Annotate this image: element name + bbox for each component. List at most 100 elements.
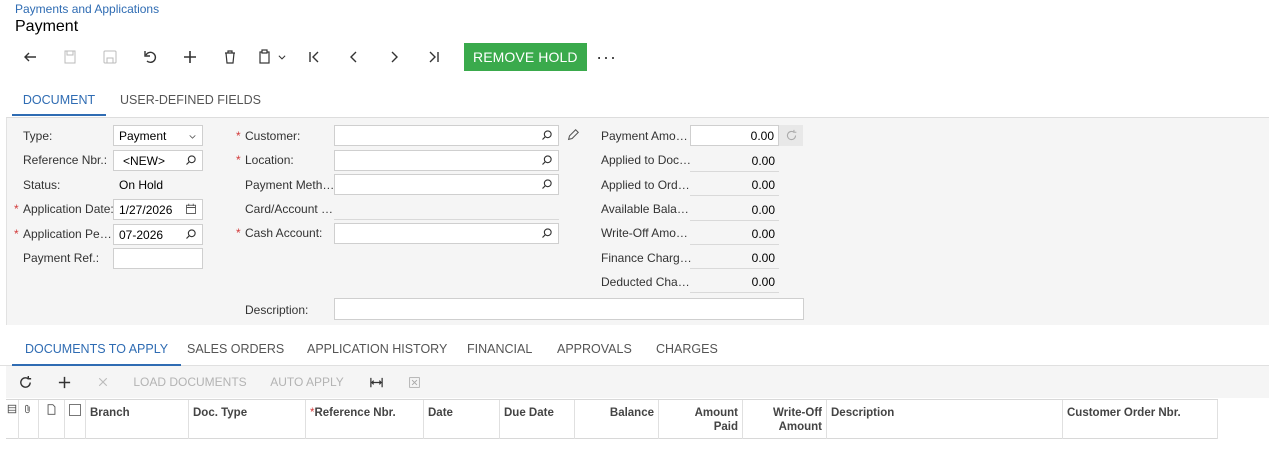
documents-grid-header: Branch Doc. Type *Reference Nbr. Date Du… [6,399,1218,439]
applied-to-documents-underline [690,171,779,172]
location-field[interactable] [334,150,559,171]
chevron-down-icon [278,55,286,60]
description-label: Description: [245,303,309,317]
reference-nbr-field[interactable]: <NEW> [113,150,203,171]
breadcrumb[interactable]: Payments and Applications [15,2,159,16]
type-label: Type: [23,129,53,143]
column-doc-type[interactable]: Doc. Type [189,400,306,439]
tab-charges[interactable]: CHARGES [656,336,718,366]
search-icon[interactable] [185,154,197,166]
note-icon[interactable] [39,400,65,439]
application-date-field[interactable]: 1/27/2026 [113,199,203,220]
column-amount-paid-line1: Amount [694,407,738,419]
main-toolbar: REMOVE HOLD ··· [10,42,627,72]
attachment-icon[interactable] [19,400,39,439]
reference-nbr-value: <NEW> [123,154,166,168]
status-value: On Hold [119,178,164,192]
search-icon[interactable] [541,154,553,166]
payment-method-label: Payment Meth… [245,178,335,192]
applied-to-documents-value: 0.00 [751,154,775,168]
search-icon[interactable] [185,228,197,240]
chevron-down-icon [189,135,196,139]
deducted-charges-value: 0.00 [751,275,775,289]
application-period-field[interactable]: 07-2026 [113,224,203,245]
refresh-icon[interactable] [6,366,44,398]
column-date[interactable]: Date [424,400,500,439]
calendar-icon[interactable] [185,203,197,215]
tab-sales-orders[interactable]: SALES ORDERS [187,336,284,366]
customer-field[interactable] [334,125,559,146]
edit-pencil-icon[interactable] [566,128,580,142]
files-column-icon[interactable] [6,400,19,439]
tab-application-history[interactable]: APPLICATION HISTORY [307,336,447,366]
save-and-close-icon[interactable] [50,42,90,72]
copy-paste-icon[interactable] [250,42,294,72]
fit-columns-icon[interactable] [356,366,396,398]
more-actions-icon[interactable]: ··· [587,42,627,72]
cash-account-label: Cash Account: [236,226,322,240]
write-off-amount-underline [690,244,779,245]
payment-amount-field[interactable]: 0.00 [690,125,779,146]
remove-hold-button[interactable]: REMOVE HOLD [464,43,587,71]
grid-toolbar: LOAD DOCUMENTS AUTO APPLY [6,366,1269,398]
column-amount-paid-line2: Paid [713,421,738,433]
add-icon[interactable] [170,42,210,72]
type-select[interactable]: Payment [113,125,203,146]
column-branch[interactable]: Branch [86,400,189,439]
cash-account-field[interactable] [334,223,559,244]
column-customer-order-nbr[interactable]: Customer Order Nbr. [1063,400,1218,439]
application-period-value: 07-2026 [119,228,164,242]
tab-user-defined-fields[interactable]: USER-DEFINED FIELDS [120,86,261,116]
card-account-label: Card/Account … [245,202,334,216]
back-icon[interactable] [10,42,50,72]
last-record-icon[interactable] [414,42,454,72]
export-excel-icon[interactable] [396,366,432,398]
column-amount-paid[interactable]: Amount Paid [659,400,743,439]
page-title: Payment [15,18,79,35]
available-balance-label: Available Bala… [601,202,689,216]
search-icon[interactable] [541,227,553,239]
column-balance[interactable]: Balance [575,400,659,439]
load-documents-button[interactable]: LOAD DOCUMENTS [122,366,258,398]
search-icon[interactable] [541,129,553,141]
applied-to-orders-underline [690,195,779,196]
add-row-icon[interactable] [44,366,84,398]
select-all-checkbox[interactable] [65,400,86,439]
column-reference-nbr[interactable]: *Reference Nbr. [306,400,424,439]
column-description[interactable]: Description [827,400,1063,439]
application-period-label: Application Pe… [14,227,112,241]
tab-document[interactable]: DOCUMENT [12,86,106,116]
tab-approvals[interactable]: APPROVALS [557,336,632,366]
tab-financial[interactable]: FINANCIAL [467,336,532,366]
type-value: Payment [119,129,167,143]
finance-charges-value: 0.00 [751,251,775,265]
finance-charges-label: Finance Charg… [601,251,692,265]
payment-method-field[interactable] [334,174,559,195]
card-account-field [334,219,559,220]
payment-ref-field[interactable] [113,248,203,269]
detail-tabs: DOCUMENTS TO APPLY SALES ORDERS APPLICAT… [0,336,1269,366]
previous-record-icon[interactable] [334,42,374,72]
applied-to-orders-label: Applied to Ord… [601,178,690,192]
applied-to-documents-label: Applied to Doc… [601,153,692,167]
applied-to-orders-value: 0.00 [751,178,775,192]
auto-apply-button[interactable]: AUTO APPLY [258,366,356,398]
search-icon[interactable] [541,178,553,190]
payment-ref-label: Payment Ref.: [23,251,100,265]
delete-icon[interactable] [210,42,250,72]
tab-documents-to-apply[interactable]: DOCUMENTS TO APPLY [12,336,182,366]
first-record-icon[interactable] [294,42,334,72]
refresh-icon[interactable] [779,125,803,146]
column-write-off-amount[interactable]: Write-Off Amount [743,400,827,439]
application-date-value: 1/27/2026 [119,203,173,217]
description-field[interactable] [334,298,804,320]
save-icon[interactable] [90,42,130,72]
delete-row-icon[interactable] [84,366,122,398]
undo-icon[interactable] [130,42,170,72]
next-record-icon[interactable] [374,42,414,72]
application-date-label: Application Date: [14,202,114,216]
payment-amount-label: Payment Amo… [601,129,688,143]
finance-charges-underline [690,268,779,269]
column-due-date[interactable]: Due Date [500,400,575,439]
document-form: Type: Payment Reference Nbr.: <NEW> Stat… [6,117,1269,325]
